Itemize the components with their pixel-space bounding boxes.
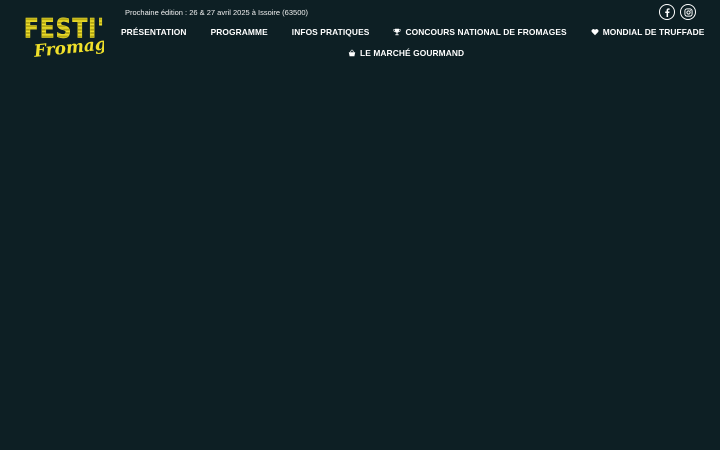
festi-fromage-logo[interactable]: FESTI' Fromage [22, 10, 104, 62]
nav-item-label: INFOS PRATIQUES [291, 27, 370, 37]
nav-item-programme[interactable]: PROGRAMME [211, 27, 268, 37]
instagram-link[interactable] [680, 4, 696, 20]
page: FESTI' Fromage Prochaine édition : 26 & … [0, 0, 720, 450]
main-nav: PRÉSENTATION PROGRAMME INFOS PRATIQUES C… [121, 27, 704, 37]
nav-item-label: LE MARCHÉ GOURMAND [360, 48, 465, 58]
basket-icon [348, 49, 356, 57]
trophy-icon [393, 28, 401, 36]
nav-item-infos-pratiques[interactable]: INFOS PRATIQUES [292, 27, 370, 37]
nav-item-mondial-truffade[interactable]: MONDIAL DE TRUFFADE [591, 27, 705, 37]
next-edition-info: Prochaine édition : 26 & 27 avril 2025 à… [125, 8, 309, 17]
heart-icon [591, 28, 599, 36]
nav-item-presentation[interactable]: PRÉSENTATION [121, 27, 187, 37]
nav-item-marche-gourmand[interactable]: LE MARCHÉ GOURMAND [348, 48, 464, 58]
main-nav-row-2: LE MARCHÉ GOURMAND [348, 48, 464, 58]
logo-graphic: FESTI' Fromage [24, 12, 104, 62]
instagram-icon [683, 7, 693, 17]
facebook-icon [665, 7, 670, 17]
nav-item-label: PRÉSENTATION [121, 27, 187, 37]
nav-item-concours-national[interactable]: CONCOURS NATIONAL DE FROMAGES [393, 27, 567, 37]
facebook-link[interactable] [659, 4, 675, 20]
nav-item-label: PROGRAMME [210, 27, 268, 37]
nav-item-label: CONCOURS NATIONAL DE FROMAGES [405, 27, 567, 37]
nav-item-label: MONDIAL DE TRUFFADE [602, 27, 705, 37]
social-links [659, 4, 696, 20]
